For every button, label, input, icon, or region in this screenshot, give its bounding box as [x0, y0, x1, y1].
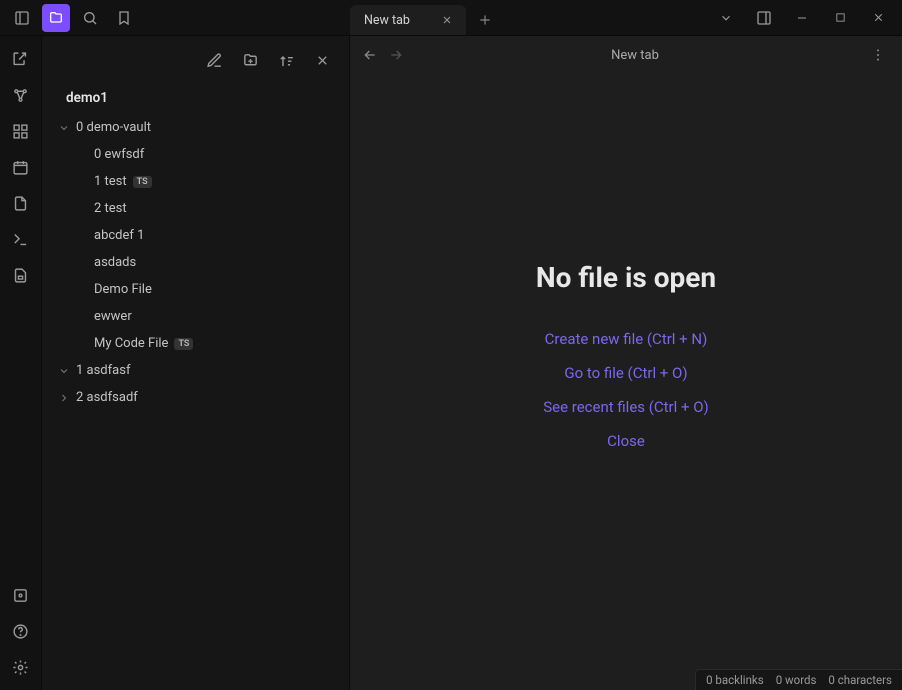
- tree-folder[interactable]: 2 asdfsadf: [48, 384, 343, 411]
- calendar-icon[interactable]: [6, 152, 36, 182]
- tree-item-label: 0 demo-vault: [76, 120, 151, 135]
- tree-item-label: 2 asdfsadf: [76, 390, 138, 405]
- chevron-right-icon[interactable]: [56, 390, 72, 406]
- tree-file[interactable]: asdads: [48, 249, 343, 276]
- vault-icon[interactable]: [6, 580, 36, 610]
- status-backlinks[interactable]: 0 backlinks: [706, 673, 764, 687]
- tree-folder[interactable]: 0 demo-vault: [48, 114, 343, 141]
- tree-item-label: 1 asdfasf: [76, 363, 130, 378]
- split-panel-icon[interactable]: [750, 4, 778, 32]
- status-bar: 0 backlinks 0 words 0 characters: [695, 669, 902, 690]
- tree-folder[interactable]: 1 asdfasf: [48, 357, 343, 384]
- save-icon[interactable]: [6, 260, 36, 290]
- tree-item-label: 2 test: [94, 201, 127, 216]
- tree-file[interactable]: abcdef 1: [48, 222, 343, 249]
- chevron-down-icon[interactable]: [56, 120, 72, 136]
- empty-heading: No file is open: [536, 261, 716, 294]
- action-see-recent-files[interactable]: See recent files (Ctrl + O): [543, 392, 709, 422]
- sort-icon[interactable]: [273, 47, 299, 73]
- quick-switcher-icon[interactable]: [6, 44, 36, 74]
- bookmark-icon[interactable]: [110, 4, 138, 32]
- tree-file[interactable]: Demo File: [48, 276, 343, 303]
- file-tree: 0 demo-vault 0 ewfsdf 1 test TS 2 test abcdef…: [42, 114, 349, 411]
- window-maximize-icon[interactable]: [826, 4, 854, 32]
- left-ribbon: [0, 36, 42, 690]
- titlebar-right: [702, 4, 902, 32]
- tree-file[interactable]: My Code File TS: [48, 330, 343, 357]
- tree-item-label: abcdef 1: [94, 228, 144, 243]
- main-pane: New tab No file is open Create new file …: [350, 36, 902, 690]
- template-icon[interactable]: [6, 188, 36, 218]
- new-folder-icon[interactable]: [237, 47, 263, 73]
- file-explorer: demo1 0 demo-vault 0 ewfsdf 1 test TS 2 test…: [42, 36, 350, 690]
- vault-title: demo1: [42, 80, 349, 114]
- status-chars[interactable]: 0 characters: [828, 673, 892, 687]
- canvas-icon[interactable]: [6, 116, 36, 146]
- file-badge: TS: [133, 176, 152, 188]
- command-icon[interactable]: [6, 224, 36, 254]
- window-minimize-icon[interactable]: [788, 4, 816, 32]
- tree-file[interactable]: 1 test TS: [48, 168, 343, 195]
- action-create-new-file[interactable]: Create new file (Ctrl + N): [545, 324, 708, 354]
- chevron-down-icon[interactable]: [56, 363, 72, 379]
- tree-item-label: 0 ewfsdf: [94, 147, 144, 162]
- tree-item-label: Demo File: [94, 282, 152, 297]
- titlebar: New tab: [0, 0, 902, 36]
- collapse-sidebar-icon[interactable]: [8, 4, 36, 32]
- sidebar-toolbar: [42, 40, 349, 80]
- settings-icon[interactable]: [6, 652, 36, 682]
- collapse-all-icon[interactable]: [309, 47, 335, 73]
- close-icon[interactable]: [438, 11, 456, 29]
- tab-new-tab[interactable]: New tab: [350, 5, 466, 35]
- tree-file[interactable]: 2 test: [48, 195, 343, 222]
- tab-strip: New tab: [350, 0, 702, 35]
- search-icon[interactable]: [76, 4, 104, 32]
- files-icon[interactable]: [42, 4, 70, 32]
- file-badge: TS: [174, 338, 193, 350]
- status-words[interactable]: 0 words: [776, 673, 817, 687]
- tree-file[interactable]: ewwer: [48, 303, 343, 330]
- tree-item-label: asdads: [94, 255, 136, 270]
- chevron-down-icon[interactable]: [712, 4, 740, 32]
- window-close-icon[interactable]: [864, 4, 892, 32]
- new-note-icon[interactable]: [201, 47, 227, 73]
- titlebar-left: [0, 4, 350, 32]
- empty-state: No file is open Create new file (Ctrl + …: [350, 50, 902, 666]
- tab-label: New tab: [364, 13, 410, 28]
- tree-item-label: My Code File: [94, 336, 168, 351]
- action-close[interactable]: Close: [607, 426, 645, 456]
- action-go-to-file[interactable]: Go to file (Ctrl + O): [564, 358, 687, 388]
- help-icon[interactable]: [6, 616, 36, 646]
- new-tab-button[interactable]: [470, 5, 500, 35]
- graph-icon[interactable]: [6, 80, 36, 110]
- tree-file[interactable]: 0 ewfsdf: [48, 141, 343, 168]
- tree-item-label: ewwer: [94, 309, 132, 324]
- tree-item-label: 1 test: [94, 174, 127, 189]
